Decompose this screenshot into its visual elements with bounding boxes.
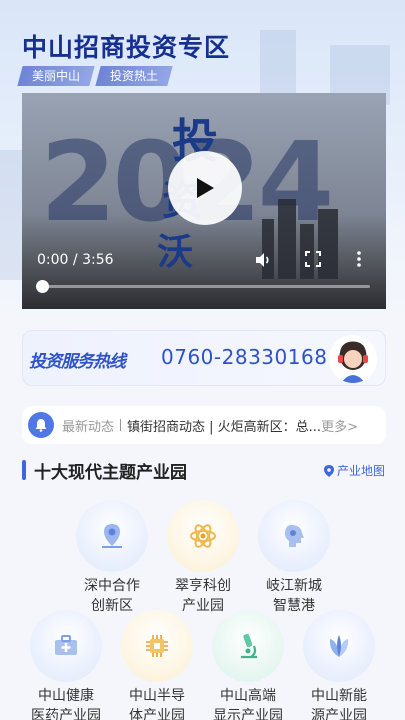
park-item[interactable]: 中山高端 显示产业园 — [202, 610, 294, 720]
video-frame-art — [318, 209, 338, 279]
video-frame-art — [278, 199, 296, 279]
video-time: 0:00 / 3:56 — [37, 252, 114, 268]
divider — [120, 419, 122, 431]
hotline-label: 投资服务热线 — [29, 352, 126, 372]
customer-service-avatar — [329, 335, 377, 383]
park-name: 中山高端 显示产业园 — [213, 688, 283, 720]
park-item[interactable]: 中山新能 源产业园 — [293, 610, 385, 720]
tag-list: 美丽中山 投资热土 — [17, 66, 173, 86]
hotline-phone[interactable]: 0760-28330168 — [161, 345, 327, 369]
news-more-link[interactable]: 更多> — [321, 416, 358, 435]
section-title: 十大现代主题产业园 — [34, 463, 187, 483]
fullscreen-icon — [305, 251, 321, 267]
volume-button[interactable] — [254, 251, 272, 273]
volume-icon — [256, 253, 269, 267]
tag: 投资热土 — [95, 66, 173, 86]
park-name: 中山健康 医药产业园 — [31, 688, 101, 720]
news-ticker[interactable]: 最新动态 镇街招商动态 | 火炬高新区：总... 更多> — [22, 406, 386, 444]
atom-icon — [167, 500, 239, 572]
location-pin-icon — [76, 500, 148, 572]
video-player[interactable]: 2024 投 资 沃 0:00 / 3:56 — [22, 93, 386, 309]
medical-kit-icon — [30, 610, 102, 682]
play-icon — [197, 178, 214, 198]
background-building — [260, 30, 296, 100]
park-name: 中山新能 源产业园 — [311, 688, 367, 720]
leaf-icon — [303, 610, 375, 682]
industry-map-link[interactable]: 产业地图 — [323, 462, 385, 479]
play-button[interactable] — [168, 151, 242, 225]
more-vertical-icon — [357, 251, 361, 267]
section-accent-bar — [22, 460, 26, 480]
park-item[interactable]: 中山健康 医药产业园 — [20, 610, 112, 720]
park-name: 中山半导 体产业园 — [129, 688, 185, 720]
progress-knob[interactable] — [36, 280, 49, 293]
microscope-icon — [212, 610, 284, 682]
more-options-button[interactable] — [356, 251, 362, 271]
page-title: 中山招商投资专区 — [22, 33, 231, 62]
chip-icon — [121, 610, 193, 682]
video-progress-bar[interactable] — [36, 280, 370, 293]
brain-icon — [258, 500, 330, 572]
park-item[interactable]: 中山半导 体产业园 — [111, 610, 203, 720]
location-pin-icon — [323, 464, 334, 477]
fullscreen-button[interactable] — [305, 251, 321, 271]
park-item[interactable]: 翠亨科创 产业园 — [157, 500, 249, 616]
tag: 美丽中山 — [17, 66, 95, 86]
service-hotline-banner[interactable]: 投资服务热线 0760-28330168 — [22, 330, 386, 386]
news-category: 最新动态 — [62, 419, 115, 435]
bell-icon — [28, 412, 54, 438]
park-item[interactable]: 深中合作 创新区 — [66, 500, 158, 616]
news-headline[interactable]: 镇街招商动态 | 火炬高新区：总... — [127, 416, 321, 435]
park-item[interactable]: 岐江新城 智慧港 — [248, 500, 340, 616]
video-frame-art: 沃 — [157, 231, 194, 273]
